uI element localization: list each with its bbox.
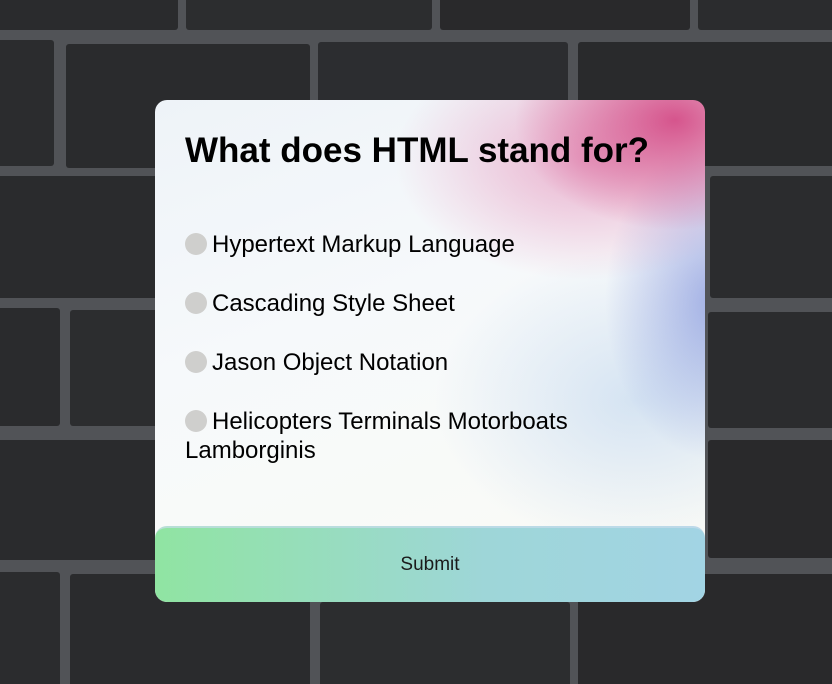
answer-option-label: Cascading Style Sheet bbox=[212, 290, 455, 317]
answer-option-1[interactable]: Hypertext Markup Language bbox=[185, 230, 685, 259]
answer-option-4[interactable]: Helicopters Terminals Motorboats Lamborg… bbox=[185, 407, 685, 465]
radio-button[interactable] bbox=[185, 292, 207, 314]
answer-option-3[interactable]: Jason Object Notation bbox=[185, 348, 685, 377]
radio-button[interactable] bbox=[185, 351, 207, 373]
quiz-question: What does HTML stand for? bbox=[185, 131, 650, 170]
quiz-card: What does HTML stand for? Hypertext Mark… bbox=[155, 100, 705, 602]
radio-button[interactable] bbox=[185, 410, 207, 432]
radio-button[interactable] bbox=[185, 233, 207, 255]
answer-option-label: Jason Object Notation bbox=[212, 349, 449, 376]
submit-button[interactable]: Submit bbox=[155, 526, 705, 602]
answer-option-label: Helicopters Terminals Motorboats Lamborg… bbox=[185, 408, 568, 464]
answer-option-label: Hypertext Markup Language bbox=[212, 231, 515, 258]
answer-option-2[interactable]: Cascading Style Sheet bbox=[185, 289, 685, 318]
answer-options: Hypertext Markup Language Cascading Styl… bbox=[185, 230, 685, 495]
